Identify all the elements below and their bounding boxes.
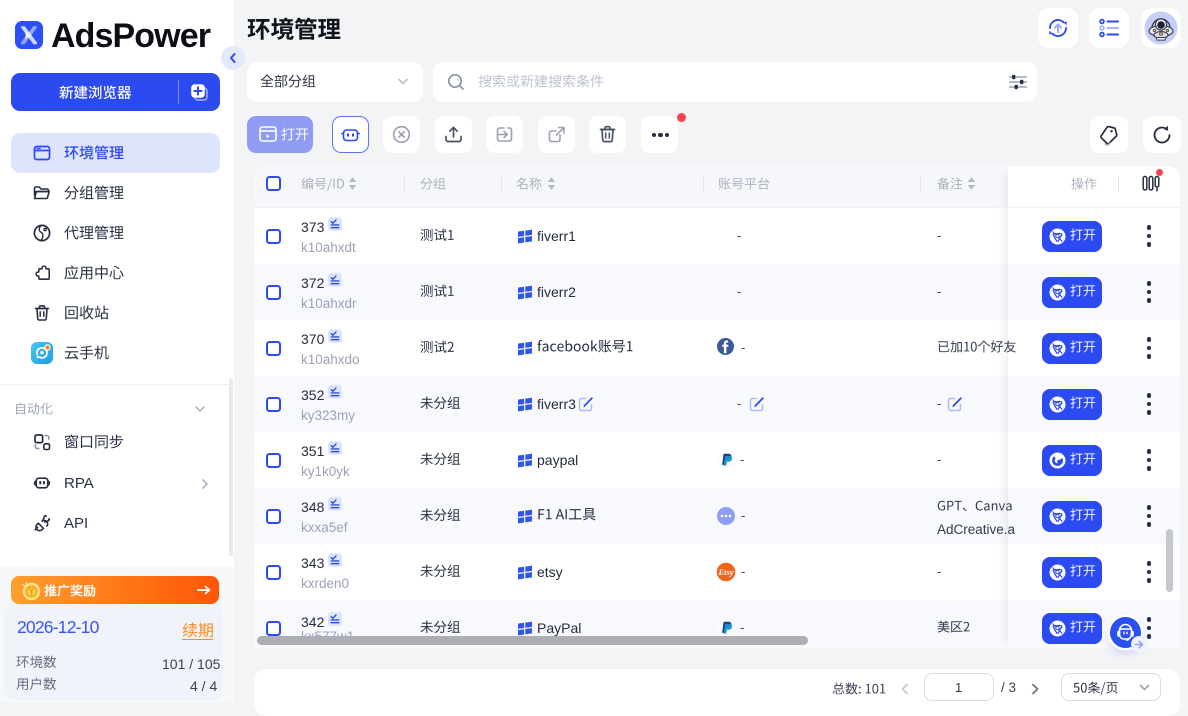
svg-text:Etsy: Etsy	[717, 567, 733, 577]
